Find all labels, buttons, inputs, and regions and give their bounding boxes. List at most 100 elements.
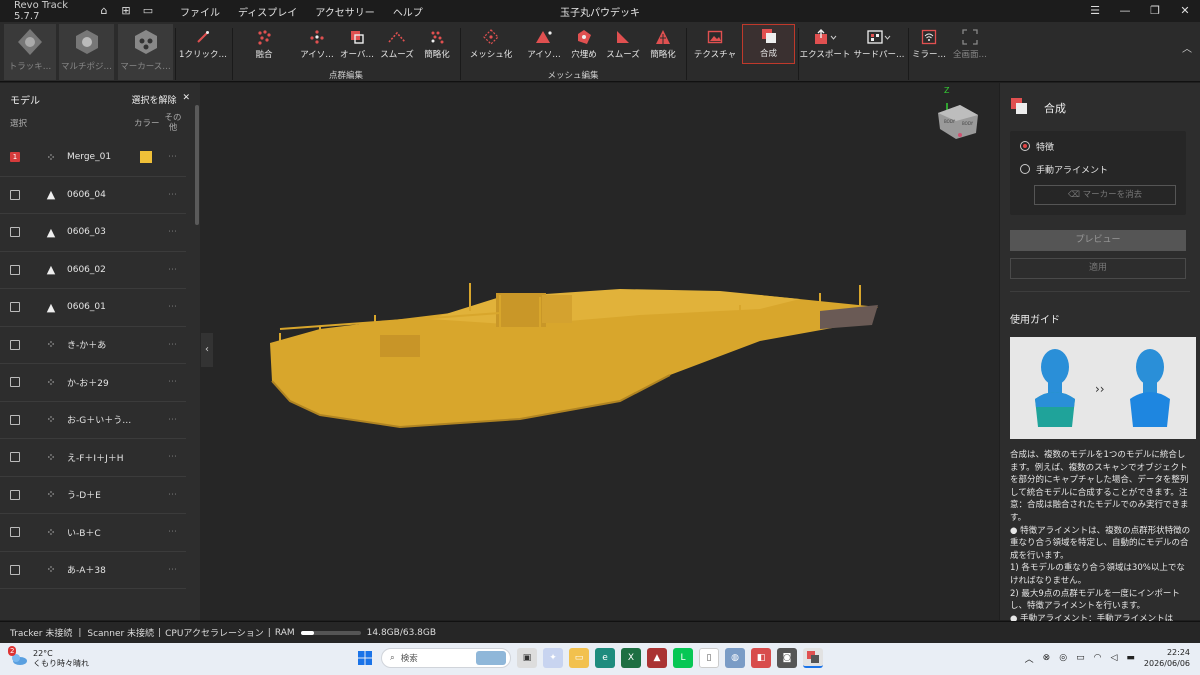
copilot-icon[interactable]: ✦ — [543, 648, 563, 668]
settings-icon[interactable]: ☰ — [1080, 0, 1110, 22]
menu-display[interactable]: ディスプレイ — [238, 4, 297, 19]
export-button[interactable]: エクスポート — [800, 26, 850, 66]
app-icon-red[interactable]: ▲ — [647, 648, 667, 668]
home-icon[interactable]: ⌂ — [98, 5, 110, 17]
windows-start-icon[interactable] — [355, 648, 375, 668]
model-checkbox[interactable] — [10, 452, 20, 463]
pc-simplify-button[interactable]: 簡略化 — [422, 26, 452, 66]
mesh-smooth-button[interactable]: スムーズ — [606, 26, 640, 66]
line-icon[interactable]: L — [673, 648, 693, 668]
model-checkbox[interactable] — [10, 564, 20, 575]
model-list-item[interactable]: ⁘ き-か＋あ ⋯ — [0, 327, 186, 364]
collapse-left-panel-button[interactable]: ‹ — [201, 333, 213, 367]
multi-position-button[interactable]: マルチポジ… — [59, 24, 114, 80]
model-list-item[interactable]: ▲ 0606_01 ⋯ — [0, 289, 186, 327]
pc-smooth-button[interactable]: スムーズ — [380, 26, 414, 66]
edge-icon[interactable]: e — [595, 648, 615, 668]
revo-track-taskbar-icon[interactable] — [803, 648, 823, 668]
close-button[interactable]: ✕ — [1170, 0, 1200, 22]
model-checkbox[interactable]: 1 — [10, 152, 20, 163]
model-list-item[interactable]: 1 ⁘ Merge_01 ⋯ — [0, 139, 186, 177]
one-click-button[interactable]: 1クリック… — [178, 26, 228, 66]
photos-app-icon[interactable]: ◧ — [751, 648, 771, 668]
model-checkbox[interactable] — [10, 189, 20, 200]
model-checkbox[interactable] — [10, 227, 20, 238]
more-options-icon[interactable]: ⋯ — [168, 452, 177, 462]
more-options-icon[interactable]: ⋯ — [168, 490, 177, 500]
maximize-button[interactable]: ❐ — [1140, 0, 1170, 22]
tray-circle-icon[interactable]: ◎ — [1059, 653, 1067, 663]
camera-app-icon[interactable]: ◙ — [777, 648, 797, 668]
menu-accessory[interactable]: アクセサリー — [315, 4, 375, 19]
weather-widget[interactable]: 2 22°C くもり時々晴れ — [8, 646, 89, 669]
merge-button[interactable]: 合成 — [742, 24, 795, 64]
third-party-button[interactable]: サードパー… — [852, 26, 906, 66]
model-checkbox[interactable] — [10, 264, 20, 275]
model-list-item[interactable]: ▲ 0606_04 ⋯ — [0, 177, 186, 214]
apply-button[interactable]: 適用 — [1010, 258, 1186, 279]
tracking-button[interactable]: トラッキ… — [4, 24, 56, 80]
meshify-button[interactable]: メッシュ化 — [470, 26, 512, 66]
fullscreen-button[interactable]: 全画面… — [952, 26, 988, 66]
model-checkbox[interactable] — [10, 414, 20, 425]
more-options-icon[interactable]: ⋯ — [168, 190, 177, 200]
3d-viewport[interactable]: Z BODY BODY — [200, 83, 999, 620]
more-options-icon[interactable]: ⋯ — [168, 302, 177, 312]
model-list-item[interactable]: ⁘ い-B＋C ⋯ — [0, 514, 186, 552]
model-list-item[interactable]: ▲ 0606_02 ⋯ — [0, 252, 186, 289]
mesh-isolate-button[interactable]: アイソ… — [527, 26, 561, 66]
more-options-icon[interactable]: ⋯ — [168, 527, 177, 537]
pc-isolate-button[interactable]: アイソ… — [300, 26, 334, 66]
more-options-icon[interactable]: ⋯ — [168, 265, 177, 275]
menu-file[interactable]: ファイル — [180, 4, 220, 19]
model-checkbox[interactable] — [10, 377, 20, 388]
color-swatch[interactable] — [140, 151, 152, 164]
marker-button[interactable]: マーカース… — [118, 24, 173, 80]
tray-monitor-icon[interactable]: ▭ — [1076, 653, 1085, 663]
taskbar-search[interactable]: ⌕ 検索 — [381, 648, 511, 668]
clock[interactable]: 22:24 2026/06/06 — [1144, 647, 1190, 669]
fusion-button[interactable]: 融合 — [248, 26, 280, 66]
tray-chevron-icon[interactable]: ︿ — [1025, 652, 1034, 665]
wifi-icon[interactable]: ◠ — [1094, 653, 1102, 663]
model-checkbox[interactable] — [10, 302, 20, 313]
pc-overlap-button[interactable]: オーバ… — [340, 26, 374, 66]
model-list-item[interactable]: ▲ 0606_03 ⋯ — [0, 214, 186, 252]
more-options-icon[interactable]: ⋯ — [168, 377, 177, 387]
model-list-item[interactable]: ⁘ お-G＋い＋う… ⋯ — [0, 402, 186, 439]
model-list-item[interactable]: ⁘ あ-A＋38 ⋯ — [0, 552, 186, 589]
mirror-button[interactable]: ミラー… — [910, 26, 948, 66]
minimize-button[interactable]: — — [1110, 0, 1140, 22]
more-options-icon[interactable]: ⋯ — [168, 152, 177, 162]
fill-holes-button[interactable]: 穴埋め — [568, 26, 600, 66]
document-icon[interactable]: ▯ — [699, 648, 719, 668]
more-options-icon[interactable]: ⋯ — [168, 227, 177, 237]
more-options-icon[interactable]: ⋯ — [168, 565, 177, 575]
model-list-item[interactable]: ⁘ う-D＋E ⋯ — [0, 477, 186, 514]
deselect-button[interactable]: 選択を解除 ✕ — [131, 93, 190, 106]
preview-button[interactable]: プレビュー — [1010, 230, 1186, 251]
file-explorer-icon[interactable]: ▭ — [569, 648, 589, 668]
menu-help[interactable]: ヘルプ — [393, 4, 423, 19]
model-checkbox[interactable] — [10, 489, 20, 500]
more-options-icon[interactable]: ⋯ — [168, 415, 177, 425]
view-cube[interactable]: Z BODY BODY — [938, 86, 978, 139]
model-checkbox[interactable] — [10, 339, 20, 350]
mesh-simplify-button[interactable]: 簡略化 — [648, 26, 678, 66]
toolbar-collapse-icon[interactable]: ︿ — [1182, 40, 1192, 55]
clear-markers-button[interactable]: ⌫ マーカーを消去 — [1034, 185, 1176, 205]
volume-icon[interactable]: ◁ — [1110, 653, 1117, 663]
excel-icon[interactable]: X — [621, 648, 641, 668]
feature-radio[interactable] — [1020, 141, 1030, 151]
model-checkbox[interactable] — [10, 527, 20, 538]
model-list-scrollbar[interactable] — [195, 105, 199, 225]
model-list-item[interactable]: ⁘ え-F＋I＋J＋H ⋯ — [0, 439, 186, 477]
texture-button[interactable]: テクスチャ — [693, 26, 737, 66]
model-list-item[interactable]: ⁘ か-お＋29 ⋯ — [0, 364, 186, 402]
new-project-icon[interactable]: ⊞ — [120, 5, 132, 17]
more-options-icon[interactable]: ⋯ — [168, 340, 177, 350]
tray-app-icon[interactable]: ⊗ — [1043, 653, 1051, 663]
globe-app-icon[interactable]: ◍ — [725, 648, 745, 668]
task-view-icon[interactable]: ▣ — [517, 648, 537, 668]
folder-icon[interactable]: ▭ — [142, 5, 154, 17]
